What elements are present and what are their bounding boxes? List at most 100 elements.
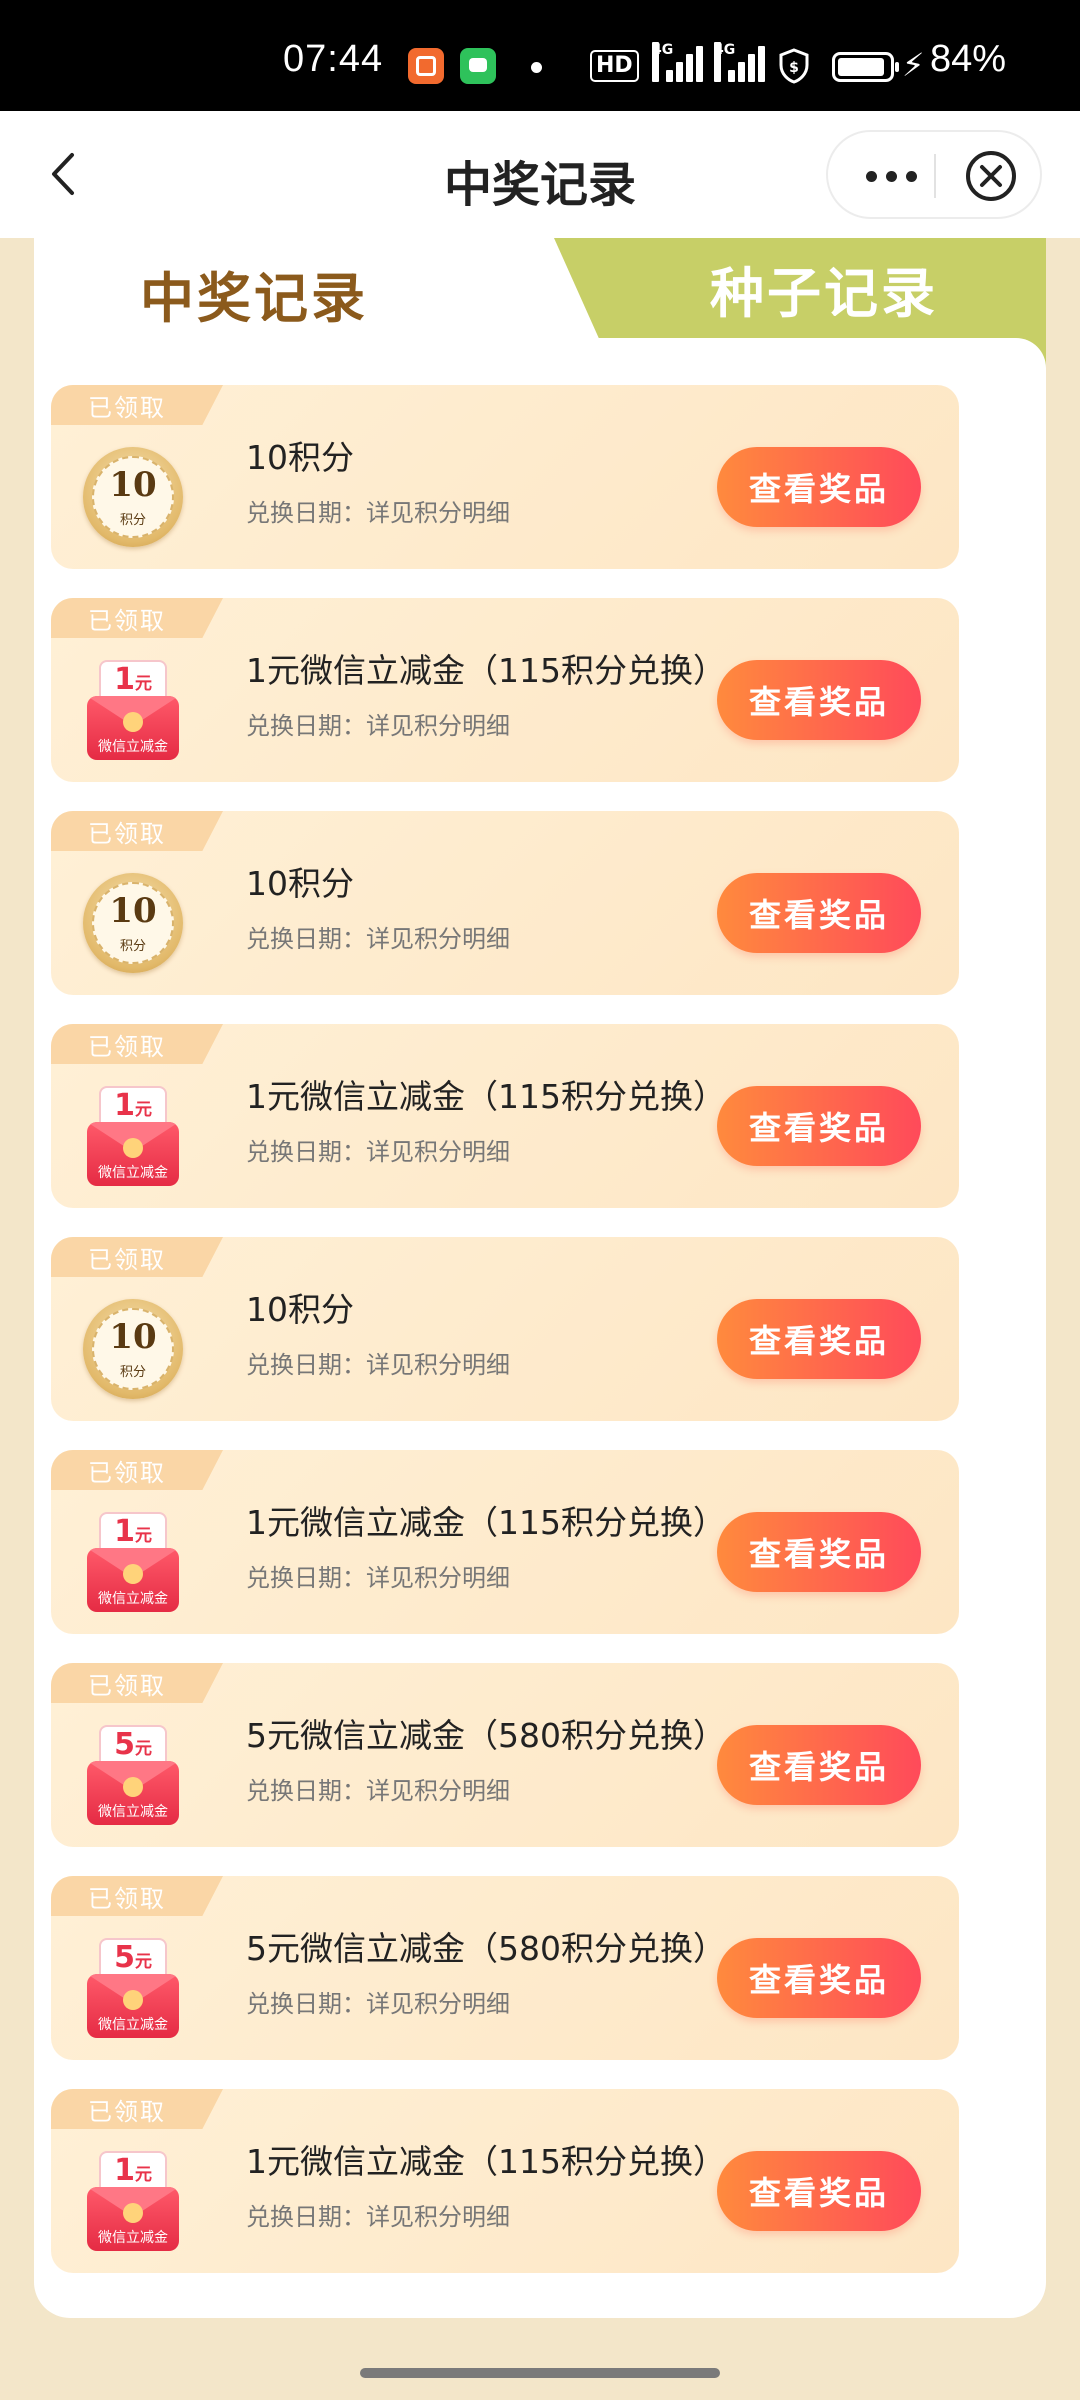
home-indicator[interactable] — [360, 2368, 720, 2378]
view-prize-button[interactable]: 查看奖品 — [717, 1299, 921, 1379]
envelope-label: 微信立减金 — [98, 739, 168, 755]
view-prize-button[interactable]: 查看奖品 — [717, 1938, 921, 2018]
claimed-badge: 已领取 — [51, 1876, 223, 1916]
red-envelope-icon: 1元微信立减金 — [83, 660, 183, 760]
more-dots-icon[interactable] — [856, 154, 926, 198]
prize-name: 10积分 — [246, 1290, 354, 1329]
battery-percent: 84% — [930, 38, 1007, 80]
prize-name: 10积分 — [246, 438, 354, 477]
claimed-badge: 已领取 — [51, 811, 223, 851]
envelope-amount: 1 — [114, 1514, 135, 1549]
envelope-amount: 1 — [114, 662, 135, 697]
redeem-date: 兑换日期：详见积分明细 — [246, 1990, 510, 2018]
status-time: 07:44 — [283, 38, 384, 80]
view-prize-button[interactable]: 查看奖品 — [717, 873, 921, 953]
signal-label: 4G — [652, 42, 673, 82]
close-circle-icon[interactable] — [964, 149, 1018, 203]
redeem-date: 兑换日期：详见积分明细 — [246, 925, 510, 953]
security-shield-icon: $ — [779, 48, 809, 84]
red-envelope-icon: 1元微信立减金 — [83, 1512, 183, 1612]
signal-label-2: 4G — [714, 42, 735, 82]
view-prize-button[interactable]: 查看奖品 — [717, 1086, 921, 1166]
view-prize-button[interactable]: 查看奖品 — [717, 2151, 921, 2231]
svg-text:$: $ — [789, 60, 799, 76]
claimed-badge: 已领取 — [51, 598, 223, 638]
message-notification-icon — [460, 48, 496, 84]
points-coin-icon: 10 积分 — [83, 447, 183, 547]
red-envelope-icon: 1元微信立减金 — [83, 2151, 183, 2251]
record-card: 已领取 5元微信立减金 5元微信立减金（580积分兑换） 兑换日期：详见积分明细 查看奖… — [51, 1876, 959, 2060]
claimed-badge: 已领取 — [51, 1450, 223, 1490]
points-coin-icon: 10 积分 — [83, 1299, 183, 1399]
view-prize-button[interactable]: 查看奖品 — [717, 1512, 921, 1592]
status-bar: 07:44 HD 4G 4G $ ⚡ 84% — [0, 0, 1080, 111]
coin-value: 10 — [109, 891, 157, 931]
redeem-date: 兑换日期：详见积分明细 — [246, 1777, 510, 1805]
envelope-amount: 5 — [114, 1940, 135, 1975]
prize-name: 5元微信立减金（580积分兑换） — [246, 1929, 726, 1968]
prize-name: 5元微信立减金（580积分兑换） — [246, 1716, 726, 1755]
envelope-unit: 元 — [134, 2165, 152, 2185]
more-notifications-dot-icon — [531, 62, 542, 73]
prize-name: 1元微信立减金（115积分兑换） — [246, 1077, 726, 1116]
coin-label: 积分 — [119, 513, 146, 528]
claimed-badge: 已领取 — [51, 1663, 223, 1703]
view-prize-button[interactable]: 查看奖品 — [717, 1725, 921, 1805]
envelope-amount: 1 — [114, 1088, 135, 1123]
redeem-date: 兑换日期：详见积分明细 — [246, 1138, 510, 1166]
tab-bar: 中奖记录 种子记录 — [34, 238, 1046, 368]
tab-content-top — [34, 338, 1046, 368]
tab-seed-records[interactable]: 种子记录 — [634, 238, 1014, 338]
record-card: 已领取 10 积分 10积分 兑换日期：详见积分明细 查看奖品 — [51, 385, 959, 569]
envelope-label: 微信立减金 — [98, 2017, 168, 2033]
prize-name: 1元微信立减金（115积分兑换） — [246, 651, 726, 690]
record-card: 已领取 10 积分 10积分 兑换日期：详见积分明细 查看奖品 — [51, 1237, 959, 1421]
coin-value: 10 — [109, 1317, 157, 1357]
record-card: 已领取 10 积分 10积分 兑换日期：详见积分明细 查看奖品 — [51, 811, 959, 995]
redeem-date: 兑换日期：详见积分明细 — [246, 499, 510, 527]
view-prize-button[interactable]: 查看奖品 — [717, 660, 921, 740]
claimed-badge: 已领取 — [51, 2089, 223, 2129]
miniprogram-capsule — [826, 130, 1042, 219]
signal-icon: 4G — [652, 42, 703, 82]
envelope-label: 微信立减金 — [98, 1165, 168, 1181]
redeem-date: 兑换日期：详见积分明细 — [246, 1564, 510, 1592]
envelope-unit: 元 — [134, 1739, 152, 1759]
nav-bar: 中奖记录 — [0, 111, 1080, 238]
red-envelope-icon: 1元 微信立减金 — [83, 1086, 183, 1186]
record-card: 已领取 1元微信立减金 1元微信立减金（115积分兑换） 兑换日期：详见积分明细 查看奖… — [51, 2089, 959, 2273]
envelope-unit: 元 — [134, 1526, 152, 1546]
claimed-badge: 已领取 — [51, 385, 223, 425]
redeem-date: 兑换日期：详见积分明细 — [246, 1351, 510, 1379]
capsule-divider — [934, 154, 936, 198]
envelope-label: 微信立减金 — [98, 1591, 168, 1607]
prize-name: 1元微信立减金（115积分兑换） — [246, 2142, 726, 2181]
view-prize-button[interactable]: 查看奖品 — [717, 447, 921, 527]
charging-bolt-icon: ⚡ — [902, 46, 925, 84]
points-coin-icon: 10 积分 — [83, 873, 183, 973]
record-card: 已领取 1元微信立减金 1元微信立减金（115积分兑换） 兑换日期：详见积分明细 查看奖… — [51, 598, 959, 782]
envelope-label: 微信立减金 — [98, 1804, 168, 1820]
envelope-amount: 5 — [114, 1727, 135, 1762]
red-envelope-icon: 5元微信立减金 — [83, 1938, 183, 2038]
battery-icon — [832, 52, 899, 82]
envelope-unit: 元 — [134, 674, 152, 694]
envelope-label: 微信立减金 — [98, 2230, 168, 2246]
red-envelope-icon: 5元微信立减金 — [83, 1725, 183, 1825]
redeem-date: 兑换日期：详见积分明细 — [246, 2203, 510, 2231]
record-card: 已领取 1元微信立减金 1元微信立减金（115积分兑换） 兑换日期：详见积分明细 查看奖… — [51, 1450, 959, 1634]
signal-icon-2: 4G — [714, 42, 765, 82]
coin-label: 积分 — [119, 939, 146, 954]
claimed-badge: 已领取 — [51, 1024, 223, 1064]
hd-voice-icon: HD — [590, 50, 639, 82]
coin-label: 积分 — [119, 1365, 146, 1380]
coin-value: 10 — [109, 465, 157, 505]
envelope-amount: 1 — [114, 2153, 135, 2188]
envelope-unit: 元 — [134, 1952, 152, 1972]
redeem-date: 兑换日期：详见积分明细 — [246, 712, 510, 740]
tab-winning-records[interactable]: 中奖记录 — [34, 238, 554, 348]
prize-name: 1元微信立减金（115积分兑换） — [246, 1503, 726, 1542]
claimed-badge: 已领取 — [51, 1237, 223, 1277]
record-card: 已领取 5元微信立减金 5元微信立减金（580积分兑换） 兑换日期：详见积分明细 查看奖… — [51, 1663, 959, 1847]
prize-name: 10积分 — [246, 864, 354, 903]
